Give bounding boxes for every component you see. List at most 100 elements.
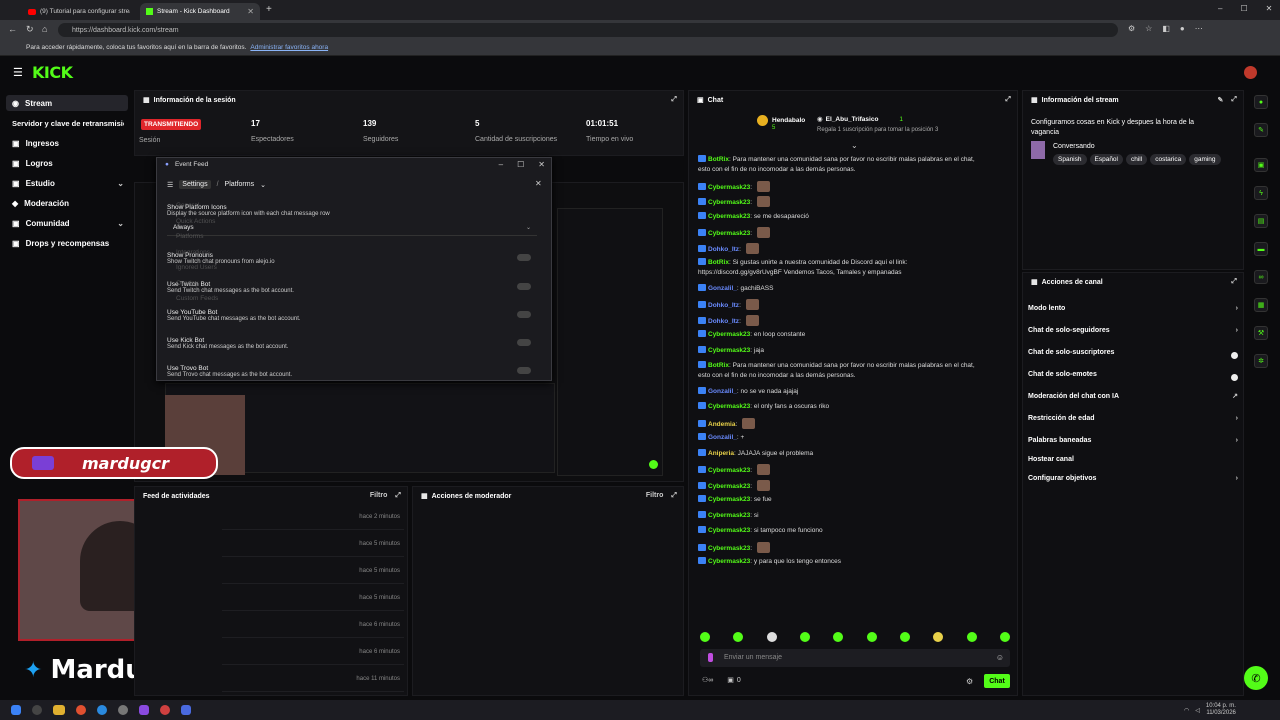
chat-username[interactable]: Cybermask23	[708, 331, 750, 338]
home-icon[interactable]: ⌂	[42, 24, 47, 34]
close-tab-icon[interactable]: ✕	[247, 7, 254, 16]
tab-kick-dashboard[interactable]: Stream - Kick Dashboard ✕	[140, 3, 260, 20]
toggle-switch[interactable]	[517, 367, 531, 374]
chat-username[interactable]: Cybermask23	[708, 230, 750, 237]
toggle-switch[interactable]	[517, 254, 531, 261]
expand-icon[interactable]: ⤢	[395, 492, 401, 500]
app-icon[interactable]	[181, 705, 191, 715]
sidebar-item-community[interactable]: ▣ Comunidad ⌄	[6, 215, 128, 231]
emoji-icon[interactable]: ☺	[996, 653, 1004, 662]
file-explorer-icon[interactable]	[53, 705, 65, 715]
chat-username[interactable]: Cybermask23	[708, 184, 750, 191]
hamburger-menu-icon[interactable]: ☰	[13, 66, 23, 79]
action-host-channel[interactable]: Hostear canal	[1028, 452, 1238, 466]
breadcrumb-platforms[interactable]: Platforms	[225, 181, 255, 188]
emote-icon[interactable]	[966, 632, 977, 642]
action-slow-mode[interactable]: Modo lento ›	[1028, 301, 1238, 315]
brave-browser-icon[interactable]	[76, 705, 86, 715]
chat-username[interactable]: Cybermask23	[708, 213, 750, 220]
close-icon[interactable]: ✕	[535, 179, 542, 188]
chat-input[interactable]: Enviar un mensaje ☺	[700, 649, 1010, 667]
chat-username[interactable]: Dohko_Itz	[708, 302, 739, 309]
emote-icon[interactable]	[799, 632, 810, 642]
menu-icon[interactable]: ☰	[167, 181, 173, 189]
puzzle-icon[interactable]: ◧	[1162, 24, 1170, 33]
settings-gear-icon[interactable]: ⚙	[966, 677, 973, 686]
filter-button[interactable]: Filtro	[646, 492, 664, 500]
sidebar-item-achievements[interactable]: ▣ Logros	[6, 155, 128, 171]
sidebar-item-server-key[interactable]: Servidor y clave de retransmisión	[6, 115, 128, 131]
chat-username[interactable]: BotRix	[708, 362, 729, 369]
app-icon[interactable]	[139, 705, 149, 715]
action-age-restriction[interactable]: Restricción de edad ›	[1028, 411, 1238, 425]
rail-layout-icon[interactable]: ▦	[1254, 298, 1268, 312]
emote-icon[interactable]	[733, 632, 744, 642]
minimize-icon[interactable]: –	[1218, 4, 1222, 13]
rail-info-icon[interactable]: ●	[1254, 95, 1268, 109]
edge-icon[interactable]	[97, 705, 107, 715]
rail-document-icon[interactable]: ▤	[1254, 214, 1268, 228]
close-window-icon[interactable]: ✕	[1266, 4, 1273, 13]
expand-icon[interactable]: ⤢	[1005, 96, 1011, 104]
maximize-icon[interactable]: ☐	[517, 160, 524, 169]
obs-icon[interactable]	[118, 705, 128, 715]
rail-moderator-icon[interactable]: ▣	[1254, 158, 1268, 172]
breadcrumb-settings[interactable]: Settings	[179, 180, 211, 189]
rail-chat-icon[interactable]: ▬	[1254, 242, 1268, 256]
edit-icon[interactable]: ✎	[1218, 96, 1224, 104]
filter-button[interactable]: Filtro	[370, 492, 388, 500]
chat-username[interactable]: Cybermask23	[708, 545, 750, 552]
emote-icon[interactable]	[933, 632, 944, 642]
back-icon[interactable]: ←	[8, 24, 17, 34]
chat-username[interactable]: Cybermask23	[708, 403, 750, 410]
expand-icon[interactable]: ⤢	[671, 492, 677, 500]
emote-icon[interactable]	[700, 632, 710, 642]
rail-link-icon[interactable]: ∞	[1254, 270, 1268, 284]
action-followers-only[interactable]: Chat de solo-seguidores ›	[1028, 323, 1238, 337]
support-chat-icon[interactable]: ✆	[1244, 666, 1268, 690]
expand-icon[interactable]: ⤢	[671, 96, 677, 104]
user-avatar[interactable]	[1244, 66, 1257, 79]
maximize-icon[interactable]: ☐	[1240, 4, 1247, 13]
sidebar-item-studio[interactable]: ▣ Estudio ⌄	[6, 175, 128, 191]
emote-icon[interactable]	[833, 632, 844, 642]
toggle-switch[interactable]	[517, 339, 531, 346]
tag[interactable]: Spanish	[1053, 154, 1087, 165]
sidebar-item-stream[interactable]: ◉ Stream	[6, 95, 128, 111]
rail-settings-icon[interactable]: ✲	[1254, 354, 1268, 368]
chat-username[interactable]: Cybermask23	[708, 347, 750, 354]
chat-username[interactable]: Cybermask23	[708, 467, 750, 474]
chat-username[interactable]: Dohko_Itz	[708, 246, 739, 253]
send-chat-button[interactable]: Chat	[984, 674, 1010, 688]
chat-username[interactable]: Andemia	[708, 421, 735, 428]
chat-username[interactable]: Cybermask23	[708, 199, 750, 206]
collapse-icon[interactable]: ⌄	[851, 141, 858, 150]
sidebar-item-moderation[interactable]: ◆ Moderación	[6, 195, 128, 211]
tag[interactable]: Español	[1089, 154, 1123, 165]
chat-username[interactable]: Cybermask23	[708, 527, 750, 534]
emote-icon[interactable]	[866, 632, 877, 642]
manage-bookmarks-link[interactable]: Administrar favoritos ahora	[250, 44, 328, 51]
action-banned-words[interactable]: Palabras baneadas ›	[1028, 433, 1238, 447]
action-configure-goals[interactable]: Configurar objetivos ›	[1028, 471, 1238, 485]
extension-icon[interactable]: ⚙	[1128, 24, 1135, 33]
tag[interactable]: gaming	[1189, 154, 1221, 165]
address-bar[interactable]: https://dashboard.kick.com/stream	[58, 23, 1118, 37]
sidebar-item-drops[interactable]: ▣ Drops y recompensas	[6, 235, 128, 251]
chat-username[interactable]: Cybermask23	[708, 558, 750, 565]
emote-icon[interactable]	[899, 632, 910, 642]
chat-username[interactable]: Cybermask23	[708, 512, 750, 519]
chat-username[interactable]: Gonzalil_	[708, 434, 737, 441]
expand-icon[interactable]: ⤢	[1231, 96, 1237, 104]
sidebar-item-income[interactable]: ▣ Ingresos	[6, 135, 128, 151]
chat-username[interactable]: BotRix	[708, 259, 729, 266]
action-ai-moderation[interactable]: Moderación del chat con IA ↗	[1028, 389, 1238, 403]
emote-icon[interactable]	[766, 632, 777, 642]
windows-start-icon[interactable]	[11, 705, 21, 715]
tag[interactable]: chill	[1126, 154, 1148, 165]
star-icon[interactable]: ☆	[1145, 24, 1152, 33]
chat-username[interactable]: Dohko_Itz	[708, 318, 739, 325]
chat-username[interactable]: BotRix	[708, 156, 729, 163]
tab-youtube[interactable]: (9) Tutorial para configurar stream	[22, 3, 140, 20]
emote-icon[interactable]	[999, 632, 1010, 642]
